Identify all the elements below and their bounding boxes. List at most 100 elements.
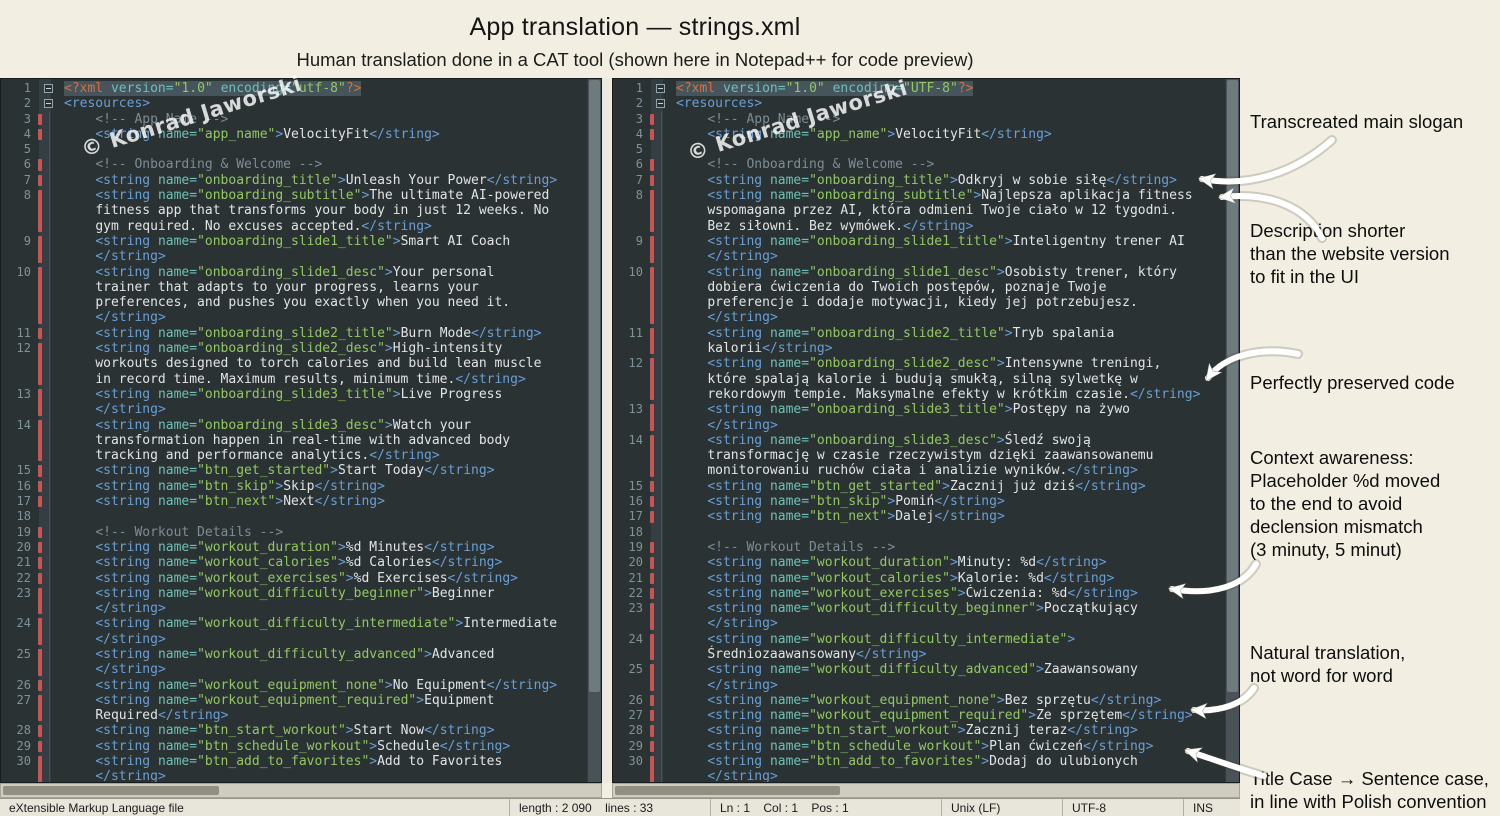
code-line[interactable]: 22 <string name="workout_exercises">%d Ex… bbox=[1, 570, 588, 587]
code-line[interactable]: 11 <string name="onboarding_slide2_title"… bbox=[613, 325, 1226, 357]
fold-margin bbox=[44, 616, 56, 647]
code-line[interactable]: 10 <string name="onboarding_slide1_desc">… bbox=[613, 264, 1226, 326]
code-line[interactable]: 21 <string name="workout_calories">%d Cal… bbox=[1, 555, 588, 571]
code-line[interactable]: 27 <string name="workout_equipment_requir… bbox=[1, 692, 588, 724]
scrollbar-thumb[interactable] bbox=[1227, 80, 1238, 692]
code-line[interactable]: 29 <string name="btn_schedule_workout">Sc… bbox=[1, 738, 588, 755]
fold-marker[interactable] bbox=[656, 96, 668, 111]
code-text: <string name="btn_next">Next</string> bbox=[95, 494, 385, 510]
code-line[interactable]: 6 <!-- Onboarding & Welcome --> bbox=[1, 157, 588, 174]
code-line[interactable]: 3 <!-- App Name --> bbox=[613, 111, 1226, 128]
code-line[interactable]: 13 <string name="onboarding_slide3_title"… bbox=[613, 402, 1226, 433]
code-line[interactable]: 3 <!-- App Name --> bbox=[1, 111, 588, 128]
code-line[interactable]: 25 <string name="workout_difficulty_advan… bbox=[613, 662, 1226, 693]
code-line[interactable]: 16 <string name="btn_skip">Pomiń</string> bbox=[613, 494, 1226, 510]
code-editor-source[interactable]: 1 <?xml version="1.0" encoding="utf-8"?> 2… bbox=[1, 79, 588, 782]
change-history-marker bbox=[648, 173, 656, 188]
editor-pane-source-english[interactable]: 1 <?xml version="1.0" encoding="utf-8"?> 2… bbox=[0, 78, 602, 783]
code-line[interactable]: 8 <string name="onboarding_subtitle">The … bbox=[1, 188, 588, 234]
code-line[interactable]: 19 <!-- Workout Details --> bbox=[613, 539, 1226, 556]
fold-margin bbox=[44, 555, 56, 571]
code-text: <!-- App Name --> bbox=[95, 111, 229, 127]
code-line[interactable]: 13 <string name="onboarding_slide3_title"… bbox=[1, 386, 588, 418]
line-number: 25 bbox=[628, 662, 643, 677]
code-line[interactable]: 20 <string name="workout_duration">%d Min… bbox=[1, 539, 588, 556]
fold-marker[interactable] bbox=[44, 96, 56, 111]
vertical-scrollbar[interactable] bbox=[587, 79, 601, 782]
annotation-context-awareness: Context awareness: Placeholder %d moved … bbox=[1250, 447, 1441, 560]
code-line[interactable]: 9 <string name="onboarding_slide1_title">… bbox=[1, 233, 588, 265]
code-line[interactable]: 18 ​ bbox=[613, 524, 1226, 541]
code-line[interactable]: 23 <string name="workout_difficulty_begin… bbox=[613, 601, 1226, 632]
horizontal-scrollbar-left[interactable] bbox=[0, 783, 602, 798]
code-line[interactable]: 19 <!-- Workout Details --> bbox=[1, 524, 588, 541]
code-text: <!-- Workout Details --> bbox=[707, 539, 896, 555]
change-history-marker bbox=[36, 463, 44, 478]
code-line[interactable]: 18 ​ bbox=[1, 509, 588, 525]
scrollbar-thumb[interactable] bbox=[589, 80, 600, 692]
code-line[interactable]: 12 <string name="onboarding_slide2_desc">… bbox=[613, 356, 1226, 403]
code-line[interactable]: 22 <string name="workout_exercises">Ćwicz… bbox=[613, 585, 1226, 602]
code-line[interactable]: 25 <string name="workout_difficulty_advan… bbox=[1, 646, 588, 678]
code-line[interactable]: 30 <string name="btn_add_to_favorites">Do… bbox=[613, 754, 1226, 782]
code-line[interactable]: 26 <string name="workout_equipment_none">… bbox=[1, 677, 588, 694]
line-number: 20 bbox=[628, 555, 643, 570]
code-line[interactable]: 2 <resources> bbox=[1, 96, 588, 111]
change-history-marker bbox=[36, 586, 44, 617]
code-line[interactable]: 28 <string name="btn_start_workout">Start… bbox=[1, 723, 588, 740]
code-line[interactable]: 11 <string name="onboarding_slide2_title"… bbox=[1, 325, 588, 342]
code-line[interactable]: 26 <string name="workout_equipment_none">… bbox=[613, 692, 1226, 709]
code-line[interactable]: 14 <string name="onboarding_slide3_desc">… bbox=[1, 417, 588, 464]
scrollbar-thumb[interactable] bbox=[3, 786, 219, 795]
code-line[interactable]: 30 <string name="btn_add_to_favorites">Ad… bbox=[1, 754, 588, 782]
code-line[interactable]: 2 <resources> bbox=[613, 96, 1226, 111]
scrollbar-thumb[interactable] bbox=[615, 786, 841, 795]
code-text: <string name="onboarding_slide2_title">T… bbox=[707, 325, 1123, 357]
line-number: 28 bbox=[628, 723, 643, 738]
code-line[interactable]: 7 <string name="onboarding_title">Unleash… bbox=[1, 172, 588, 189]
code-line[interactable]: 14 <string name="onboarding_slide3_desc">… bbox=[613, 432, 1226, 479]
code-line[interactable]: 8 <string name="onboarding_subtitle">Najl… bbox=[613, 188, 1226, 234]
line-number: 26 bbox=[628, 692, 643, 707]
fold-marker[interactable] bbox=[44, 81, 56, 96]
code-line[interactable]: 4 <string name="app_name">VelocityFit</st… bbox=[1, 126, 588, 143]
code-line[interactable]: 1 <?xml version="1.0" encoding="utf-8"?> bbox=[1, 81, 588, 96]
horizontal-scrollbar-right[interactable] bbox=[612, 783, 1240, 798]
code-line[interactable]: 15 <string name="btn_get_started">Zacznij… bbox=[613, 478, 1226, 495]
code-line[interactable]: 5​ bbox=[1, 142, 588, 158]
pane-splitter[interactable] bbox=[602, 78, 612, 783]
code-line[interactable]: 27 <string name="workout_equipment_requir… bbox=[613, 708, 1226, 724]
code-line[interactable]: 6 <!-- Onboarding & Welcome --> bbox=[613, 157, 1226, 174]
change-history-marker bbox=[648, 265, 656, 326]
code-line[interactable]: 17 <string name="btn_next">Next</string> bbox=[1, 494, 588, 510]
code-line[interactable]: 24 <string name="workout_difficulty_inter… bbox=[613, 631, 1226, 663]
change-history-marker bbox=[648, 157, 656, 172]
line-number: 11 bbox=[628, 325, 643, 340]
code-line[interactable]: 24 <string name="workout_difficulty_inter… bbox=[1, 616, 588, 647]
code-line[interactable]: 16 <string name="btn_skip">Skip</string> bbox=[1, 478, 588, 495]
code-line[interactable]: 5​ bbox=[613, 142, 1226, 158]
code-line[interactable]: 21 <string name="workout_calories">Kalori… bbox=[613, 570, 1226, 587]
fold-marker[interactable] bbox=[656, 81, 668, 96]
code-line[interactable]: 4 <string name="app_name">VelocityFit</st… bbox=[613, 126, 1226, 143]
code-text: ​ bbox=[56, 142, 588, 157]
line-number: 18 bbox=[628, 524, 643, 539]
code-line[interactable]: 23 <string name="workout_difficulty_begin… bbox=[1, 585, 588, 617]
vertical-scrollbar[interactable] bbox=[1225, 79, 1239, 782]
code-line[interactable]: 29 <string name="btn_schedule_workout">Pl… bbox=[613, 738, 1226, 755]
code-line[interactable]: 28 <string name="btn_start_workout">Zaczn… bbox=[613, 723, 1226, 740]
code-line[interactable]: 10 <string name="onboarding_slide1_desc">… bbox=[1, 264, 588, 326]
line-number: 15 bbox=[16, 463, 31, 478]
code-line[interactable]: 9 <string name="onboarding_slide1_title">… bbox=[613, 233, 1226, 265]
code-line[interactable]: 20 <string name="workout_duration">Minuty… bbox=[613, 555, 1226, 571]
page-subtitle: Human translation done in a CAT tool (sh… bbox=[296, 49, 974, 70]
code-line[interactable]: 12 <string name="onboarding_slide2_desc">… bbox=[1, 341, 588, 387]
code-line[interactable]: 1 <?xml version="1.0" encoding="UTF-8"?> bbox=[613, 81, 1226, 96]
code-line[interactable]: 17 <string name="btn_next">Dalej</string> bbox=[613, 509, 1226, 525]
code-editor-target[interactable]: 1 <?xml version="1.0" encoding="UTF-8"?> 2… bbox=[613, 79, 1226, 782]
editor-pane-target-polish[interactable]: 1 <?xml version="1.0" encoding="UTF-8"?> 2… bbox=[612, 78, 1240, 783]
code-line[interactable]: 15 <string name="btn_get_started">Start T… bbox=[1, 463, 588, 480]
code-line[interactable]: 7 <string name="onboarding_title">Odkryj … bbox=[613, 172, 1226, 189]
code-text: <string name="workout_duration">%d Minut… bbox=[95, 539, 495, 555]
notepad-plus-plus-window: 1 <?xml version="1.0" encoding="utf-8"?> 2… bbox=[0, 78, 1240, 816]
